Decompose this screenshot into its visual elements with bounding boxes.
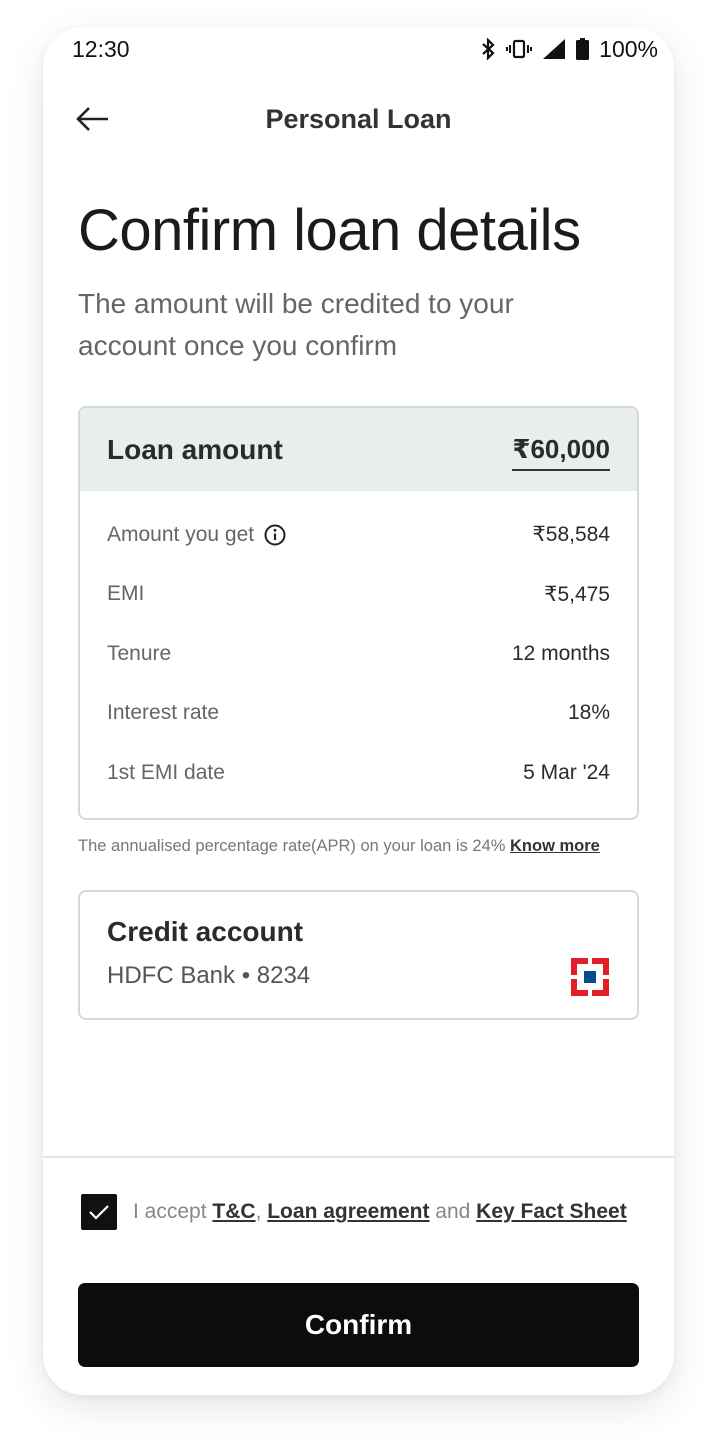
detail-value: ₹5,475 [544,582,610,606]
credit-account-title: Credit account [107,916,304,947]
detail-row-first-emi-date: 1st EMI date 5 Mar '24 [107,743,610,803]
confirm-button[interactable]: Confirm [78,1283,639,1367]
detail-row-interest-rate: Interest rate 18% [107,684,610,744]
checkmark-icon [89,1205,109,1220]
terms-consent: I accept T&C, Loan agreement and Key Fac… [81,1194,641,1230]
bank-account-info: HDFC Bank • 8234 [107,962,311,989]
vibrate-icon [506,39,533,59]
consent-text: I accept T&C, Loan agreement and Key Fac… [133,1200,627,1223]
loan-details-list: Amount you get ₹58,584 EMI ₹5,475 Tenure… [80,491,637,803]
page-title: Confirm loan details [78,198,581,263]
detail-label: Interest rate [107,701,220,725]
apr-note: The annualised percentage rate(APR) on y… [78,837,643,856]
signal-icon [543,39,566,59]
know-more-link[interactable]: Know more [510,837,600,855]
phone-screen: 12:30 100% Personal Loan Confirm loan de… [43,27,674,1395]
back-button[interactable] [73,101,113,137]
detail-value: 18% [567,701,610,725]
battery-percent: 100% [599,35,658,62]
tc-link[interactable]: T&C [212,1200,255,1223]
loan-amount-label: Loan amount [107,433,283,465]
detail-row-emi: EMI ₹5,475 [107,565,610,625]
detail-row-amount-you-get: Amount you get ₹58,584 [107,505,610,565]
apr-text: The annualised percentage rate(APR) on y… [78,837,511,855]
detail-label: Amount you get [107,522,255,546]
detail-value: 12 months [511,641,610,665]
app-title: Personal Loan [265,103,452,134]
accept-terms-checkbox[interactable] [81,1194,117,1230]
key-fact-sheet-link[interactable]: Key Fact Sheet [476,1200,627,1223]
page-subtitle: The amount will be credited to your acco… [78,288,514,361]
hdfc-logo-icon [571,958,609,996]
status-icons: 100% [480,36,658,63]
info-icon[interactable] [264,524,286,546]
battery-icon [576,38,590,60]
app-bar: Personal Loan [43,89,674,149]
detail-label: 1st EMI date [107,760,225,784]
detail-label: EMI [107,582,145,606]
arrow-left-icon [76,107,108,131]
detail-value: 5 Mar '24 [523,760,610,784]
loan-details-card: Loan amount ₹60,000 Amount you get ₹58,5… [78,406,639,820]
footer-divider [43,1156,674,1158]
bluetooth-icon [482,38,495,60]
detail-row-tenure: Tenure 12 months [107,624,610,684]
status-bar: 12:30 100% [43,27,674,71]
status-time: 12:30 [72,35,130,62]
credit-account-card[interactable]: Credit account HDFC Bank • 8234 [78,890,639,1020]
loan-amount-header: Loan amount ₹60,000 [80,408,637,491]
loan-agreement-link[interactable]: Loan agreement [267,1200,429,1223]
detail-value: ₹58,584 [532,523,610,547]
loan-amount-value[interactable]: ₹60,000 [512,434,610,471]
detail-label: Tenure [107,641,172,665]
